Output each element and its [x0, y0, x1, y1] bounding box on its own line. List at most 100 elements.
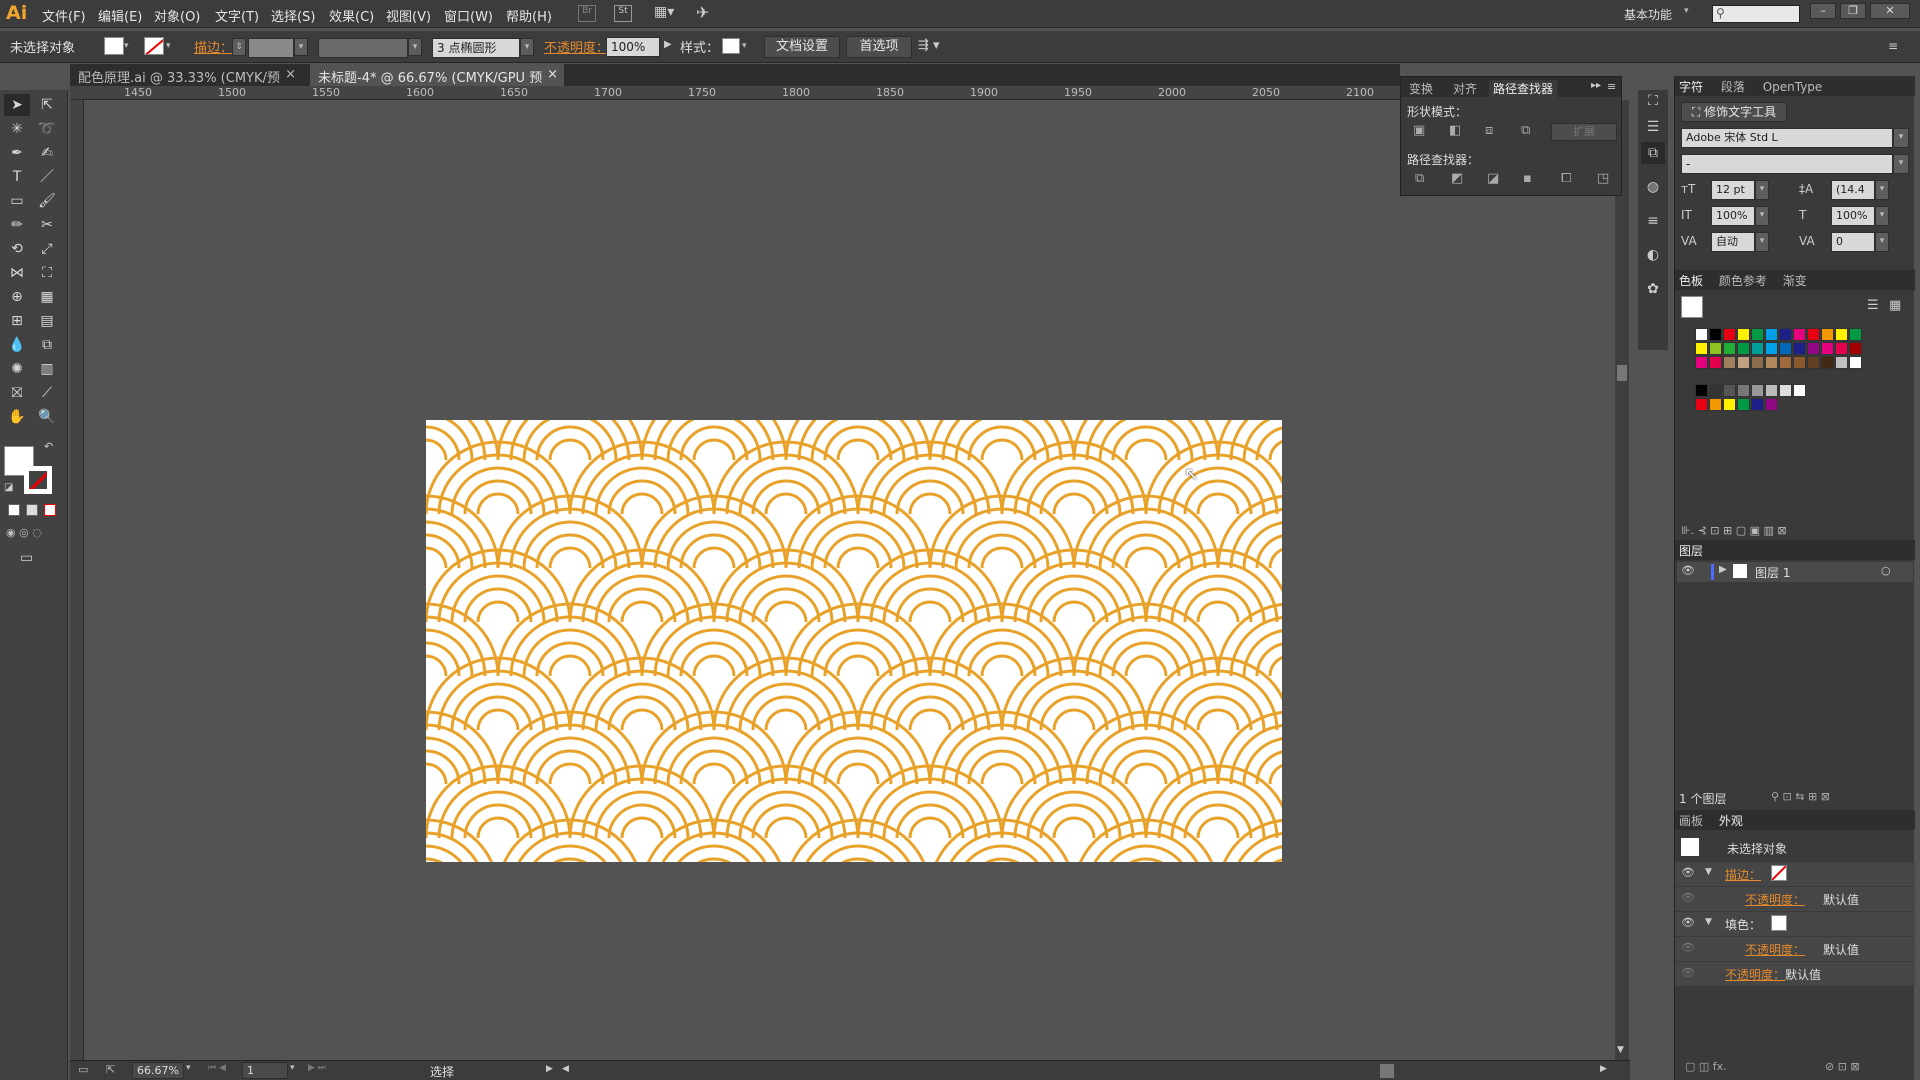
magic-wand-tool-icon[interactable]: ✳ [4, 118, 30, 140]
stock-icon[interactable]: St [614, 5, 632, 22]
gradient-tool-icon[interactable]: ▤ [34, 310, 60, 332]
intersect-icon[interactable]: ⧈ [1485, 123, 1493, 138]
type-tool-icon[interactable]: T [4, 166, 30, 188]
color-swatch[interactable] [1709, 328, 1722, 341]
scroll-right-icon[interactable]: ▶ [1600, 1064, 1607, 1074]
color-swatch[interactable] [1793, 384, 1806, 397]
collapse-icon[interactable]: ▸▸ [1591, 80, 1601, 91]
color-swatch[interactable] [1793, 328, 1806, 341]
leading-dropdown[interactable]: ▾ [1875, 180, 1889, 200]
color-swatch[interactable] [1849, 356, 1862, 369]
menu-view[interactable]: 视图(V) [386, 6, 431, 25]
swap-colors-icon[interactable]: ↶ [44, 440, 53, 453]
color-mode-icon[interactable] [8, 504, 20, 516]
trim-icon[interactable]: ◩ [1451, 171, 1463, 186]
layer-actions-icon[interactable]: ⚲ ⊡ ⇆ ⊞ ⊠ [1771, 790, 1830, 803]
stroke-color-box[interactable] [24, 466, 52, 494]
color-swatch[interactable] [1821, 342, 1834, 355]
color-swatch[interactable] [1695, 328, 1708, 341]
menu-edit[interactable]: 编辑(E) [98, 6, 142, 25]
vertical-scale-dropdown[interactable]: ▾ [1755, 206, 1769, 226]
default-colors-icon[interactable]: ◪ [4, 482, 13, 493]
kerning-input[interactable]: 自动 [1711, 232, 1755, 252]
hand-tool-icon[interactable]: ✋ [4, 406, 30, 428]
variable-width-profile[interactable] [318, 38, 408, 58]
kerning-dropdown[interactable]: ▾ [1755, 232, 1769, 252]
close-button[interactable]: ✕ [1870, 3, 1910, 19]
artboard-dropdown-icon[interactable]: ▾ [290, 1063, 295, 1073]
appearance-opacity-row[interactable]: 👁 不透明度： 默认值 [1675, 887, 1915, 911]
swatch-grid[interactable] [1681, 328, 1901, 428]
layer-name[interactable]: 图层 1 [1755, 564, 1790, 581]
brush-definition[interactable]: 3 点椭圆形 [432, 38, 520, 58]
fill-swatch-preview[interactable] [1681, 296, 1703, 318]
tab-appearance[interactable]: 外观 [1719, 814, 1743, 828]
arrange-documents-icon[interactable]: ▦▾ [654, 4, 674, 20]
color-swatch[interactable] [1779, 384, 1792, 397]
color-swatch[interactable] [1779, 356, 1792, 369]
vertical-scrollbar[interactable]: ▼ [1615, 100, 1629, 1060]
column-graph-tool-icon[interactable]: ▥ [34, 358, 60, 380]
eye-icon[interactable]: 👁 [1681, 941, 1695, 954]
zoom-tool-icon[interactable]: 🔍 [34, 406, 60, 428]
appearance-fill-opacity-row[interactable]: 👁 不透明度： 默认值 [1675, 937, 1915, 961]
menu-type[interactable]: 文字(T) [215, 6, 259, 25]
font-family-dropdown[interactable]: ▾ [1893, 128, 1909, 148]
brush-dropdown[interactable]: ▾ [520, 38, 534, 56]
close-icon[interactable]: × [547, 67, 558, 82]
fill-swatch[interactable] [104, 37, 124, 55]
color-swatch[interactable] [1835, 342, 1848, 355]
line-tool-icon[interactable]: ／ [34, 166, 60, 188]
expand-icon[interactable]: ▼ [1705, 867, 1712, 877]
grid-view-icon[interactable]: ▦ [1889, 298, 1901, 313]
swatch-libraries-icon[interactable]: ⊪. ⊰ ⊡ ⊞ ▢ ▣ ▥ ⊠ [1681, 524, 1787, 537]
color-swatch[interactable] [1821, 356, 1834, 369]
color-swatch[interactable] [1765, 328, 1778, 341]
free-transform-tool-icon[interactable]: ⛶ [34, 262, 60, 284]
artboards-panel-icon[interactable]: ⛶ [1641, 90, 1665, 112]
pencil-tool-icon[interactable]: ✏ [4, 214, 30, 236]
screen-mode-icon[interactable]: ▭ [20, 550, 33, 566]
eye-icon[interactable]: 👁 [1681, 916, 1695, 929]
divide-icon[interactable]: ⧉ [1415, 171, 1424, 186]
color-swatch[interactable] [1723, 342, 1736, 355]
font-size-dropdown[interactable]: ▾ [1755, 180, 1769, 200]
color-swatch[interactable] [1751, 328, 1764, 341]
font-style-input[interactable]: - [1681, 154, 1893, 174]
tab-layers[interactable]: 图层 [1679, 544, 1703, 558]
appearance-stroke-row[interactable]: 👁 ▼ 描边： [1675, 862, 1915, 886]
scissors-tool-icon[interactable]: ✂ [34, 214, 60, 236]
chevron-down-icon[interactable]: ▾ [166, 41, 171, 51]
opacity-arrow-icon[interactable]: ▶ [664, 39, 672, 50]
expand-button[interactable]: 扩展 [1551, 123, 1617, 141]
eye-icon[interactable]: 👁 [1681, 891, 1695, 904]
color-swatch[interactable] [1695, 356, 1708, 369]
eye-icon[interactable]: 👁 [1681, 866, 1695, 879]
color-swatch[interactable] [1737, 384, 1750, 397]
profile-dropdown[interactable]: ▾ [408, 38, 422, 56]
mesh-tool-icon[interactable]: ⊞ [4, 310, 30, 332]
layers-panel-icon[interactable]: ☰ [1641, 116, 1665, 138]
artboard[interactable] [426, 420, 1282, 862]
gradient-mode-icon[interactable] [26, 504, 38, 516]
minus-back-icon[interactable]: ◳ [1597, 171, 1609, 186]
close-icon[interactable]: × [285, 67, 296, 82]
panel-menu-icon[interactable]: ≡ [1888, 39, 1898, 53]
pathfinder-panel-icon[interactable]: ⧉ [1641, 142, 1665, 164]
leading-input[interactable]: (14.4 [1831, 180, 1875, 200]
opacity-attr-label[interactable]: 不透明度： [1745, 891, 1805, 908]
rectangle-tool-icon[interactable]: ▭ [4, 190, 30, 212]
color-guide-panel-icon[interactable]: ◍ [1641, 176, 1665, 198]
hscroll-thumb[interactable] [1380, 1064, 1394, 1078]
width-tool-icon[interactable]: ⋈ [4, 262, 30, 284]
eyedropper-tool-icon[interactable]: 💧 [4, 334, 30, 356]
fill-attr-label[interactable]: 填色： [1725, 916, 1761, 933]
vertical-scale-input[interactable]: 100% [1711, 206, 1755, 226]
color-swatch[interactable] [1695, 398, 1708, 411]
eye-icon[interactable]: 👁 [1681, 966, 1695, 979]
tab-align[interactable]: 对齐 [1453, 80, 1477, 97]
color-swatch[interactable] [1793, 356, 1806, 369]
zoom-dropdown-icon[interactable]: ▾ [186, 1063, 191, 1073]
slice-tool-icon[interactable]: ⟋ [34, 382, 60, 404]
color-swatch[interactable] [1709, 342, 1722, 355]
